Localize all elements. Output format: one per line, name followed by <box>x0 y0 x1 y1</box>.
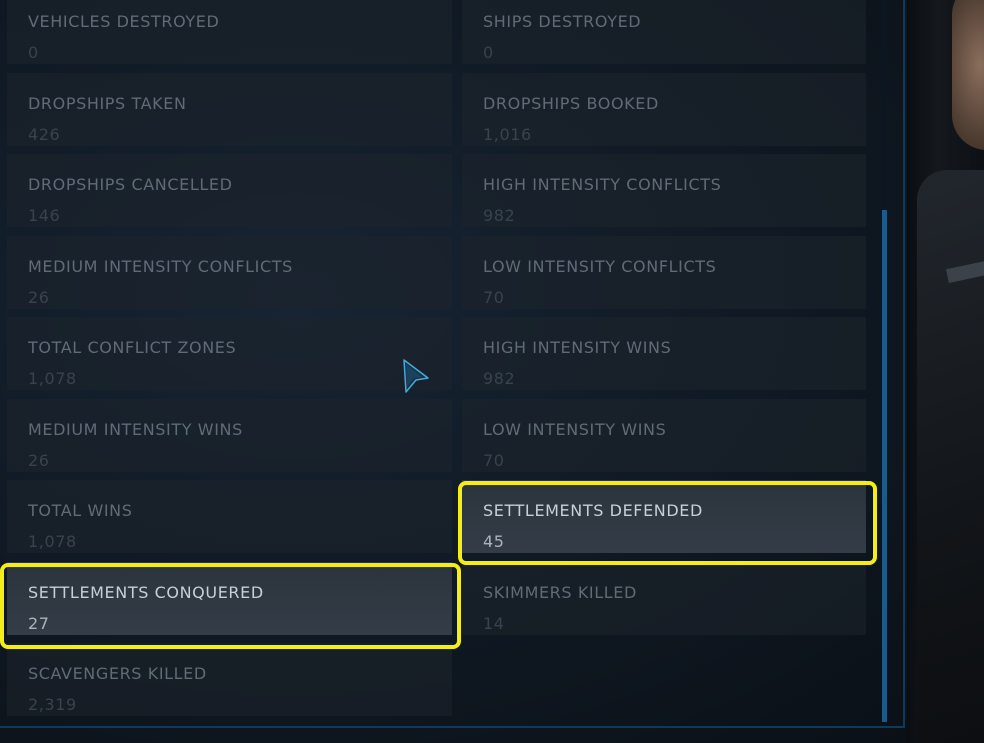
stats-grid: VEHICLES DESTROYED 0 SHIPS DESTROYED 0 D… <box>7 0 866 716</box>
stat-card-ships-destroyed[interactable]: SHIPS DESTROYED 0 <box>462 0 866 64</box>
stat-card-dropships-taken[interactable]: DROPSHIPS TAKEN 426 <box>7 72 452 146</box>
stat-label: HIGH INTENSITY WINS <box>483 338 672 357</box>
stat-value: 27 <box>28 613 50 633</box>
stat-value: 14 <box>483 613 505 633</box>
stat-value: 70 <box>483 287 505 307</box>
stat-value: 1,016 <box>483 124 532 144</box>
stat-label: SHIPS DESTROYED <box>483 12 642 31</box>
stat-card-vehicles-destroyed[interactable]: VEHICLES DESTROYED 0 <box>7 0 452 64</box>
stat-value: 982 <box>483 206 516 225</box>
stat-label: VEHICLES DESTROYED <box>28 12 220 31</box>
stat-label: LOW INTENSITY CONFLICTS <box>483 256 717 276</box>
stat-label: LOW INTENSITY WINS <box>483 419 667 439</box>
stat-card-total-conflict-zones[interactable]: TOTAL CONFLICT ZONES 1,078 <box>7 317 452 390</box>
scrollbar-thumb[interactable] <box>882 210 887 722</box>
stat-value: 26 <box>28 287 50 307</box>
stat-label: HIGH INTENSITY CONFLICTS <box>483 175 722 194</box>
stat-label: MEDIUM INTENSITY WINS <box>28 419 243 439</box>
stats-screen: VEHICLES DESTROYED 0 SHIPS DESTROYED 0 D… <box>0 0 984 743</box>
stat-value: 45 <box>483 532 505 551</box>
portrait-face <box>952 0 984 150</box>
statistics-panel: VEHICLES DESTROYED 0 SHIPS DESTROYED 0 D… <box>0 0 905 728</box>
stat-label: SETTLEMENTS DEFENDED <box>483 501 703 520</box>
stat-label: SKIMMERS KILLED <box>483 582 637 602</box>
stat-label: DROPSHIPS CANCELLED <box>28 175 233 194</box>
stat-value: 0 <box>28 43 39 62</box>
stat-value: 2,319 <box>28 695 77 714</box>
stat-card-high-intensity-wins[interactable]: HIGH INTENSITY WINS 982 <box>462 317 866 390</box>
portrait-armor <box>917 170 984 743</box>
stat-label: TOTAL CONFLICT ZONES <box>28 338 237 357</box>
stat-card-scavengers-killed[interactable]: SCAVENGERS KILLED 2,319 <box>7 643 452 716</box>
stat-value: 426 <box>28 124 61 144</box>
stat-value: 70 <box>483 450 505 470</box>
stat-label: SETTLEMENTS CONQUERED <box>28 582 264 602</box>
stat-label: SCAVENGERS KILLED <box>28 664 207 683</box>
commander-portrait <box>907 0 984 743</box>
stat-card-total-wins[interactable]: TOTAL WINS 1,078 <box>7 480 452 553</box>
stat-card-settlements-defended[interactable]: SETTLEMENTS DEFENDED 45 <box>462 480 866 553</box>
stat-label: MEDIUM INTENSITY CONFLICTS <box>28 256 293 276</box>
stat-card-skimmers-killed[interactable]: SKIMMERS KILLED 14 <box>462 561 866 635</box>
empty-cell <box>462 643 866 716</box>
stat-value: 26 <box>28 450 50 470</box>
stat-card-high-intensity-conflicts[interactable]: HIGH INTENSITY CONFLICTS 982 <box>462 154 866 227</box>
stat-card-low-intensity-wins[interactable]: LOW INTENSITY WINS 70 <box>462 398 866 472</box>
stat-card-medium-intensity-conflicts[interactable]: MEDIUM INTENSITY CONFLICTS 26 <box>7 235 452 309</box>
stat-card-dropships-cancelled[interactable]: DROPSHIPS CANCELLED 146 <box>7 154 452 227</box>
stat-value: 982 <box>483 369 516 388</box>
stat-label: DROPSHIPS BOOKED <box>483 93 659 113</box>
stat-value: 146 <box>28 206 61 225</box>
stat-label: TOTAL WINS <box>28 501 133 520</box>
stat-card-medium-intensity-wins[interactable]: MEDIUM INTENSITY WINS 26 <box>7 398 452 472</box>
stat-value: 1,078 <box>28 532 77 551</box>
stat-card-low-intensity-conflicts[interactable]: LOW INTENSITY CONFLICTS 70 <box>462 235 866 309</box>
pointer-arrow-icon <box>403 359 429 393</box>
stat-value: 1,078 <box>28 369 77 388</box>
stat-card-settlements-conquered[interactable]: SETTLEMENTS CONQUERED 27 <box>7 561 452 635</box>
stat-card-dropships-booked[interactable]: DROPSHIPS BOOKED 1,016 <box>462 72 866 146</box>
stat-label: DROPSHIPS TAKEN <box>28 93 187 113</box>
stat-value: 0 <box>483 43 494 62</box>
